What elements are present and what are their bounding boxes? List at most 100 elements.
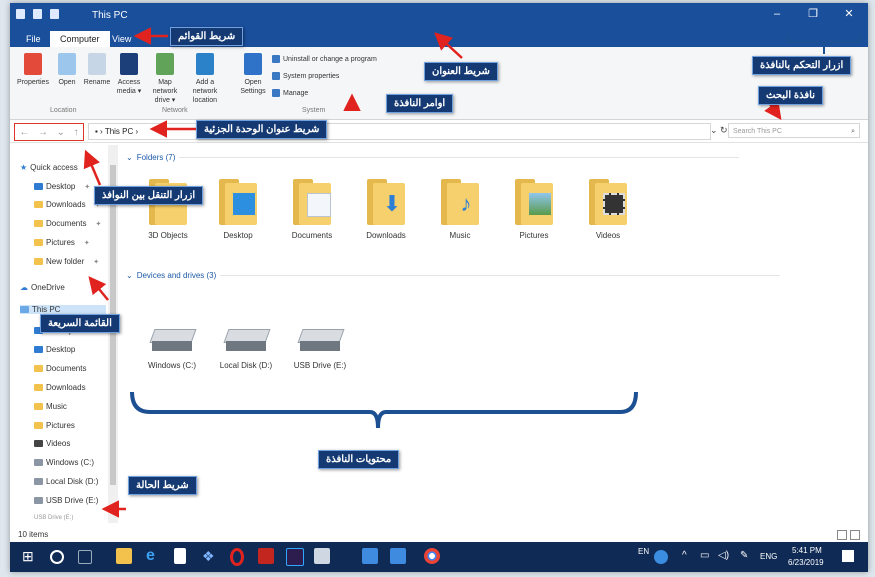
videos-folder-icon <box>589 179 627 225</box>
sidebar-item-videos[interactable]: Videos <box>34 439 70 448</box>
recent-dropdown-button[interactable]: ⌄ <box>57 127 65 138</box>
store-icon[interactable] <box>174 548 186 564</box>
group-location-label: Location <box>50 107 77 114</box>
folder-downloads[interactable]: ⬇ Downloads <box>356 179 416 240</box>
drive-windows-c[interactable]: Windows (C:) <box>142 329 202 370</box>
up-button[interactable]: ↑ <box>74 127 79 138</box>
system-icon <box>272 72 280 80</box>
search-input[interactable]: Search This PC ⌕ <box>728 123 860 138</box>
computer-icon <box>20 306 29 313</box>
sidebar-item-pc-documents[interactable]: Documents <box>34 364 86 373</box>
save-icon[interactable] <box>33 9 42 19</box>
access-media-button[interactable]: Access media ▾ <box>110 53 148 96</box>
folders-section-header[interactable]: ⌄ Folders (7) <box>126 153 740 162</box>
add-network-location-button[interactable]: Add a network location <box>186 53 224 105</box>
minimize-button[interactable]: – <box>770 7 784 21</box>
maximize-button[interactable]: ❐ <box>806 7 820 21</box>
drive-usb-e[interactable]: USB Drive (E:) <box>290 329 350 370</box>
help-icon[interactable] <box>654 550 668 564</box>
battery-icon[interactable]: ▭ <box>700 550 709 561</box>
app-blue-2-icon[interactable] <box>390 548 406 564</box>
sidebar-item-pictures[interactable]: Pictures ✦ <box>34 238 90 247</box>
sidebar-item-pc-downloads[interactable]: Downloads <box>34 383 86 392</box>
pictures-folder-icon <box>515 179 553 225</box>
group-network-label: Network <box>162 107 188 114</box>
chevron-down-icon: ⌄ <box>126 153 133 162</box>
notifications-icon[interactable] <box>842 550 854 562</box>
pin-icon: ✦ <box>95 220 102 228</box>
folder-documents[interactable]: Documents <box>282 179 342 240</box>
sidebar-item-new-folder[interactable]: New folder ✦ <box>34 257 99 266</box>
drive-icon <box>34 459 43 466</box>
properties-button[interactable]: Properties <box>14 53 52 87</box>
title-bar: This PC – ❐ ✕ <box>10 3 868 29</box>
volume-icon[interactable]: ◁) <box>718 550 729 561</box>
cortana-icon[interactable] <box>50 550 64 564</box>
sidebar-item-this-pc[interactable]: This PC <box>20 305 106 314</box>
system-properties-item[interactable]: System properties <box>272 72 339 80</box>
uninstall-program-item[interactable]: Uninstall or change a program <box>272 55 377 63</box>
refresh-icon[interactable]: ⌄ ↻ <box>710 125 728 136</box>
close-button[interactable]: ✕ <box>842 7 856 21</box>
cloud-icon: ☁ <box>20 283 28 292</box>
rename-icon <box>88 53 106 75</box>
folder-desktop[interactable]: Desktop <box>208 179 268 240</box>
sidebar-item-usb-drive-e-2[interactable]: USB Drive (E:) <box>34 515 73 521</box>
manage-item[interactable]: Manage <box>272 89 308 97</box>
details-view-button[interactable] <box>837 530 847 540</box>
sidebar-item-documents[interactable]: Documents ✦ <box>34 219 101 228</box>
address-field[interactable]: ▪ › This PC › <box>88 123 711 140</box>
sidebar-item-downloads[interactable]: Downloads ✦ <box>34 200 100 209</box>
app-icon[interactable] <box>314 548 330 564</box>
menu-tabs: File Computer View <box>10 29 868 47</box>
sidebar-item-music[interactable]: Music <box>34 402 67 411</box>
sidebar-item-desktop[interactable]: Desktop ✦ <box>34 182 90 191</box>
media-icon <box>120 53 138 75</box>
folder-icon <box>34 183 43 190</box>
folder-icon[interactable] <box>50 9 59 19</box>
tab-file[interactable]: File <box>16 31 51 47</box>
sidebar-item-quick-access[interactable]: ★ Quick access <box>20 163 78 172</box>
uninstall-icon <box>272 55 280 63</box>
sidebar-item-local-disk-d[interactable]: Local Disk (D:) <box>34 477 98 486</box>
task-view-icon[interactable] <box>78 550 92 564</box>
chrome-icon[interactable] <box>424 548 440 564</box>
app-blue-icon[interactable] <box>362 548 378 564</box>
quick-access-toolbar[interactable] <box>16 9 59 19</box>
opera-icon[interactable] <box>230 548 244 566</box>
clock-time[interactable]: 5:41 PM <box>792 546 822 555</box>
folder-pictures[interactable]: Pictures <box>504 179 564 240</box>
sidebar-item-pc-pictures[interactable]: Pictures <box>34 421 75 430</box>
drive-local-disk-d[interactable]: Local Disk (D:) <box>216 329 276 370</box>
app-red-icon[interactable] <box>258 548 274 564</box>
sidebar-item-pc-desktop[interactable]: Desktop <box>34 345 75 354</box>
folder-music[interactable]: ♪ Music <box>430 179 490 240</box>
callout-window-controls: ازرار التحكم بالنافذة <box>752 56 852 75</box>
pen-icon[interactable]: ✎ <box>740 550 748 561</box>
address-bar-row: ← → ⌄ ↑ ▪ › This PC › ⌄ ↻ Search This PC… <box>10 120 868 143</box>
dropbox-icon[interactable]: ❖ <box>202 548 218 564</box>
back-button[interactable]: ← <box>19 127 29 138</box>
windows-start-icon[interactable]: ⊞ <box>22 548 38 564</box>
drives-section-header[interactable]: ⌄ Devices and drives (3) <box>126 271 781 280</box>
divider <box>179 157 740 158</box>
chevron-up-icon[interactable]: ^ <box>682 550 687 561</box>
language-indicator[interactable]: EN <box>638 547 649 556</box>
large-icons-view-button[interactable] <box>850 530 860 540</box>
map-network-drive-button[interactable]: Map network drive ▾ <box>146 53 184 105</box>
sidebar-item-windows-c[interactable]: Windows (C:) <box>34 458 94 467</box>
file-explorer-icon[interactable] <box>116 548 132 564</box>
tab-view[interactable]: View <box>102 31 141 47</box>
folder-videos[interactable]: Videos <box>578 179 638 240</box>
edge-icon[interactable]: e <box>146 548 162 564</box>
sidebar-item-onedrive[interactable]: ☁ OneDrive <box>20 283 65 292</box>
open-settings-button[interactable]: Open Settings <box>234 53 272 96</box>
photoshop-icon[interactable] <box>286 548 304 566</box>
tab-computer[interactable]: Computer <box>50 31 110 47</box>
input-language[interactable]: ENG <box>760 552 777 561</box>
callout-quick-list: القائمة السريعة <box>40 314 120 333</box>
clock-date[interactable]: 6/23/2019 <box>788 558 824 567</box>
forward-button[interactable]: → <box>38 127 48 138</box>
sidebar-item-usb-drive-e[interactable]: USB Drive (E:) <box>34 496 98 505</box>
drive-icon <box>223 329 271 351</box>
